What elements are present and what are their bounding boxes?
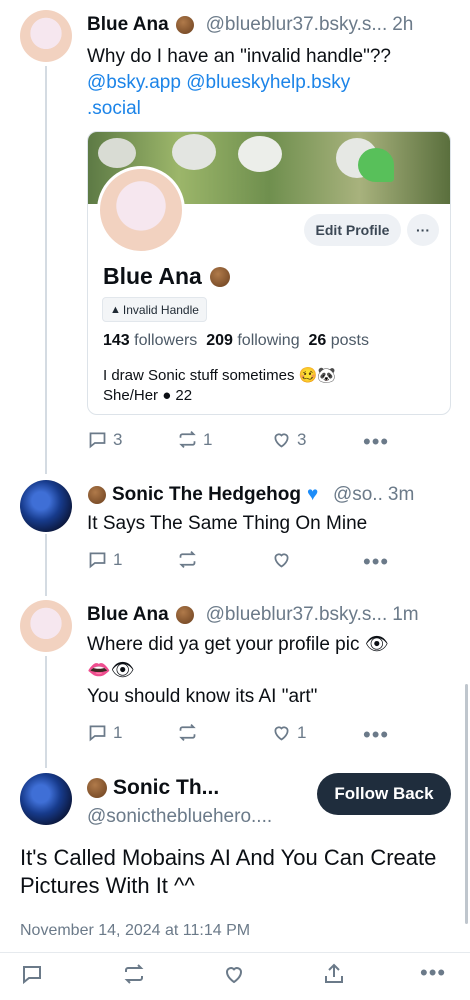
hedgehog-emoji-icon: [175, 16, 194, 34]
more-options-icon[interactable]: •••: [363, 549, 389, 575]
post-text-line: Where did ya get your profile pic 👁: [87, 634, 389, 655]
scrollbar[interactable]: [465, 684, 468, 924]
reply-count: 1: [113, 722, 123, 742]
bio-line: She/Her ● 22: [103, 387, 193, 404]
avatar[interactable]: [20, 480, 72, 532]
profile-card-embed[interactable]: Edit Profile ··· Blue Ana ▲ Invalid Hand…: [87, 131, 451, 415]
like-count: 1: [297, 722, 307, 742]
like-button[interactable]: 3: [271, 429, 306, 450]
post-text: Why do I have an "invalid handle"?? @bsk…: [87, 44, 452, 122]
author-handle[interactable]: @blueblur37.bsky.s...: [206, 14, 388, 36]
reply-count: 1: [113, 549, 123, 569]
avatar[interactable]: [20, 10, 72, 62]
post-header: Blue Ana @blueblur37.bsky.s... 2h: [87, 14, 452, 36]
reply-button[interactable]: [20, 962, 44, 991]
repost-icon: [179, 724, 196, 741]
post-time: 2h: [392, 14, 414, 35]
reply-icon: [23, 966, 41, 985]
reply-button[interactable]: 1: [87, 549, 122, 570]
like-count: 3: [297, 429, 307, 449]
heart-icon: [225, 967, 243, 984]
post-blue-ana-2[interactable]: Blue Ana @blueblur37.bsky.s... 1m Where …: [0, 600, 470, 750]
post-time: 1m: [392, 604, 419, 625]
repost-button[interactable]: 1: [177, 429, 212, 450]
repost-icon: [179, 551, 196, 568]
reply-icon: [89, 432, 106, 449]
profile-avatar[interactable]: [97, 166, 185, 254]
edit-profile-button[interactable]: Edit Profile: [304, 214, 401, 246]
author-handle[interactable]: @blueblur37.bsky.s...: [206, 604, 388, 626]
like-button[interactable]: [271, 549, 297, 570]
more-options-icon[interactable]: •••: [363, 429, 389, 455]
avatar[interactable]: [20, 773, 72, 825]
focused-post-actions: •••: [20, 960, 452, 991]
divider: [0, 952, 470, 953]
post-text-line: You should know its AI "art": [87, 686, 318, 707]
reply-button[interactable]: 3: [87, 429, 122, 450]
heart-icon: [274, 433, 289, 448]
author-name[interactable]: Sonic The Hedgehog: [112, 484, 301, 506]
post-header: Blue Ana @blueblur37.bsky.s... 1m: [87, 604, 452, 626]
reply-icon: [89, 552, 106, 569]
post-actions: 1 •••: [87, 549, 452, 575]
author-name[interactable]: Blue Ana: [87, 14, 169, 36]
repost-icon: [179, 431, 196, 448]
profile-more-button[interactable]: ···: [407, 214, 439, 246]
hedgehog-emoji-icon: [209, 266, 230, 287]
author-name[interactable]: Sonic Th...: [113, 776, 219, 800]
mention-link[interactable]: @blueskyhelp.bsky: [186, 72, 350, 93]
like-button[interactable]: [222, 962, 246, 991]
post-timestamp: November 14, 2024 at 11:14 PM: [20, 922, 251, 939]
author-handle[interactable]: @sonicthebluehero....: [87, 804, 310, 830]
like-button[interactable]: 1: [271, 722, 306, 743]
post-actions: 1 1 •••: [87, 722, 452, 748]
heart-icon: [274, 726, 289, 741]
author-name[interactable]: Blue Ana: [87, 604, 169, 626]
followers-stat[interactable]: 143 followers: [103, 332, 197, 349]
avatar[interactable]: [20, 600, 72, 652]
heart-icon: [274, 553, 289, 568]
hedgehog-emoji-icon: [87, 778, 107, 798]
profile-name: Blue Ana: [103, 263, 236, 290]
repost-count: 1: [203, 429, 213, 449]
repost-button[interactable]: [177, 549, 203, 570]
more-options-icon[interactable]: •••: [420, 960, 446, 986]
mention-link[interactable]: .social: [87, 96, 452, 122]
post-text: Where did ya get your profile pic 👁 👄👁 Y…: [87, 632, 452, 710]
reply-count: 3: [113, 429, 123, 449]
hedgehog-emoji-icon: [88, 486, 106, 504]
share-icon: [325, 963, 343, 983]
repost-button[interactable]: [122, 962, 146, 991]
invalid-handle-badge: ▲ Invalid Handle: [102, 297, 207, 322]
post-header: Sonic The Hedgehog ♥ @so.. 3m: [88, 484, 452, 506]
following-stat[interactable]: 209 following: [206, 332, 299, 349]
mention-link[interactable]: @bsky.app: [87, 72, 181, 93]
post-sonic[interactable]: Sonic The Hedgehog ♥ @so.. 3m It Says Th…: [0, 480, 470, 580]
more-options-icon[interactable]: •••: [363, 722, 389, 748]
post-actions: 3 1 3 •••: [87, 429, 452, 455]
badge-label: Invalid Handle: [122, 302, 199, 317]
focused-post-text: It's Called Mobains AI And You Can Creat…: [20, 845, 437, 898]
profile-bio: I draw Sonic stuff sometimes 🥴🐼 She/Her …: [103, 366, 336, 406]
profile-name-text: Blue Ana: [103, 263, 202, 289]
post-text-line: Why do I have an "invalid handle"??: [87, 46, 391, 67]
post-text: It Says The Same Thing On Mine: [87, 513, 368, 534]
post-text-line: 👄👁: [87, 660, 135, 681]
profile-stats: 143 followers 209 following 26 posts: [103, 332, 369, 350]
hedgehog-emoji-icon: [175, 606, 194, 624]
posts-stat: 26 posts: [308, 332, 370, 349]
post-time: 3m: [387, 484, 415, 505]
post-header: Sonic Th...: [87, 776, 310, 800]
repost-icon: [124, 964, 144, 984]
reply-icon: [89, 725, 106, 742]
bio-line: I draw Sonic stuff sometimes 🥴🐼: [103, 367, 336, 384]
follow-back-button[interactable]: Follow Back: [317, 773, 451, 815]
author-handle[interactable]: @so..: [333, 484, 383, 506]
share-button[interactable]: [322, 962, 346, 991]
reply-button[interactable]: 1: [87, 722, 122, 743]
blue-heart-icon: ♥: [306, 484, 319, 505]
warning-icon: ▲: [110, 303, 121, 316]
repost-button[interactable]: [177, 722, 203, 743]
